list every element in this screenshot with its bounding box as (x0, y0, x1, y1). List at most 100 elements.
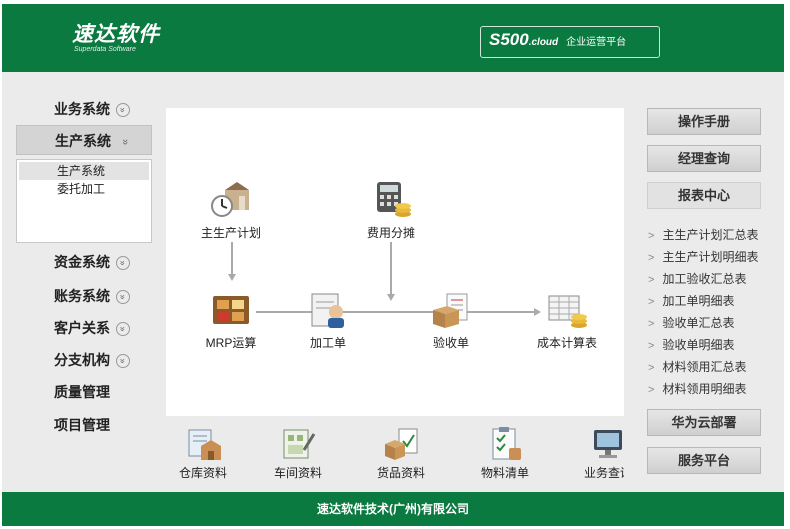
box-document-icon (433, 293, 468, 328)
chevron-right-icon: > (648, 230, 655, 242)
report-link[interactable]: > 材料领用明细表 (648, 378, 784, 400)
report-center-header[interactable]: 报表中心 (647, 182, 761, 209)
workshop-icon (283, 429, 316, 459)
quick-access-strip: 仓库资料 车间资料 货品资料 物料清单 业务查 (166, 422, 624, 482)
tile-business-query[interactable]: 业务查询 (566, 426, 624, 481)
production-subpanel: 生产系统 委托加工 (16, 159, 152, 243)
tile-label: 仓库资料 (178, 466, 227, 480)
flow-node-processing-order[interactable]: 加工单 (283, 290, 373, 351)
arrow-down-icon (387, 294, 395, 301)
tile-label: 货品资料 (376, 466, 425, 480)
nav-item-label: 质量管理 (54, 384, 110, 400)
company-logo: 速达软件 Superdata Software (72, 23, 160, 54)
connector-plan-mrp (231, 242, 233, 276)
footer-bar: 速达软件技术(广州)有限公司 (2, 492, 784, 526)
nav-item-label: 业务系统 (54, 101, 110, 117)
nav-item-business[interactable]: 业务系统 » (16, 94, 152, 124)
chevron-right-icon: > (648, 340, 655, 352)
report-label: 主生产计划汇总表 (662, 228, 759, 242)
flow-node-label: 验收单 (432, 336, 469, 350)
report-link[interactable]: > 主生产计划汇总表 (648, 224, 784, 246)
tile-bom[interactable]: 物料清单 (463, 426, 547, 481)
product-badge: S500.cloud 企业运营平台 (480, 26, 660, 58)
report-link[interactable]: > 验收单汇总表 (648, 312, 784, 334)
tile-workshop[interactable]: 车间资料 (256, 426, 340, 481)
nav-item-crm[interactable]: 客户关系 » (16, 313, 152, 343)
report-link[interactable]: > 验收单明细表 (648, 334, 784, 356)
nav-item-label: 客户关系 (54, 320, 110, 336)
tile-label: 车间资料 (273, 466, 322, 480)
report-label: 加工验收汇总表 (662, 272, 747, 286)
report-link[interactable]: > 主生产计划明细表 (648, 246, 784, 268)
product-description: 企业运营平台 (566, 37, 627, 48)
chevron-down-icon: » (116, 103, 130, 118)
tile-goods[interactable]: 货品资料 (359, 426, 443, 481)
chevron-down-icon: » (116, 290, 130, 305)
nav-item-label: 资金系统 (54, 254, 110, 270)
nav-item-projects[interactable]: 项目管理 (16, 410, 152, 440)
flow-node-cost-allocation[interactable]: 费用分摊 (346, 180, 436, 241)
flow-node-label: MRP运算 (205, 336, 257, 350)
report-link[interactable]: > 材料领用汇总表 (648, 356, 784, 378)
flow-node-label: 成本计算表 (536, 336, 597, 350)
report-label: 验收单汇总表 (662, 316, 735, 330)
flow-node-plan[interactable]: 主生产计划 (186, 180, 276, 241)
flow-node-label: 费用分摊 (366, 226, 415, 240)
report-label: 主生产计划明细表 (662, 250, 759, 264)
chevron-right-icon: > (648, 296, 655, 308)
report-link[interactable]: > 加工验收汇总表 (648, 268, 784, 290)
logo-subtitle: Superdata Software (74, 46, 136, 53)
flow-node-mrp[interactable]: MRP运算 (186, 290, 276, 351)
product-cloud: .cloud (528, 37, 559, 48)
report-label: 验收单明细表 (662, 338, 735, 352)
report-label: 材料领用明细表 (662, 382, 747, 396)
spreadsheet-coins-icon (548, 295, 587, 328)
monitor-search-icon (594, 430, 622, 458)
chevron-right-icon: > (648, 274, 655, 286)
nav-item-funds[interactable]: 资金系统 » (16, 247, 152, 277)
service-platform-button[interactable]: 服务平台 (647, 447, 761, 474)
chevron-right-icon: > (648, 362, 655, 374)
production-flow-panel: 主生产计划 费用分摊 MRP运算 加工单 验收单 成本计算表 (166, 108, 624, 416)
flow-node-label: 加工单 (309, 336, 346, 350)
report-link[interactable]: > 加工单明细表 (648, 290, 784, 312)
logo-name: 速达软件 (72, 23, 160, 46)
nav-item-production[interactable]: 生产系统 » (16, 125, 152, 155)
footer-company: 速达软件技术(广州)有限公司 (317, 502, 469, 516)
report-label: 加工单明细表 (662, 294, 735, 308)
manager-query-button[interactable]: 经理查询 (647, 145, 761, 172)
tile-label: 业务查询 (583, 466, 624, 480)
nav-item-label: 账务系统 (54, 288, 110, 304)
tile-label: 物料清单 (480, 466, 529, 480)
sub-item-production[interactable]: 生产系统 (19, 162, 149, 180)
nav-item-label: 项目管理 (54, 417, 110, 433)
manual-button[interactable]: 操作手册 (647, 108, 761, 135)
nav-item-quality[interactable]: 质量管理 (16, 377, 152, 407)
goods-icon (385, 428, 418, 460)
chevron-right-icon: > (648, 252, 655, 264)
app-window: 速达软件 Superdata Software S500.cloud 企业运营平台… (2, 4, 784, 526)
chevron-right-icon: > (648, 318, 655, 330)
connector-cost-main (390, 242, 392, 296)
header-bar: 速达软件 Superdata Software S500.cloud 企业运营平台 (2, 4, 784, 72)
checklist-icon (492, 427, 521, 460)
nav-item-label: 生产系统 (55, 133, 111, 149)
nav-item-accounting[interactable]: 账务系统 » (16, 281, 152, 311)
report-label: 材料领用汇总表 (662, 360, 747, 374)
chevron-down-icon: » (116, 256, 130, 271)
mrp-grid-icon (213, 296, 249, 324)
worker-document-icon (311, 293, 344, 328)
sub-item-outsourcing[interactable]: 委托加工 (17, 180, 151, 198)
flow-node-label: 主生产计划 (200, 226, 261, 240)
product-name: S500 (489, 30, 529, 49)
nav-item-label: 分支机构 (54, 352, 110, 368)
tile-warehouse[interactable]: 仓库资料 (166, 426, 245, 481)
nav-item-branches[interactable]: 分支机构 » (16, 345, 152, 375)
chevron-down-icon: » (119, 139, 131, 146)
factory-clock-icon (211, 182, 249, 217)
warehouse-icon (188, 429, 221, 460)
flow-node-acceptance[interactable]: 验收单 (406, 290, 496, 351)
flow-node-cost-sheet[interactable]: 成本计算表 (522, 290, 612, 351)
huawei-cloud-button[interactable]: 华为云部署 (647, 409, 761, 436)
chevron-down-icon: » (116, 322, 130, 337)
